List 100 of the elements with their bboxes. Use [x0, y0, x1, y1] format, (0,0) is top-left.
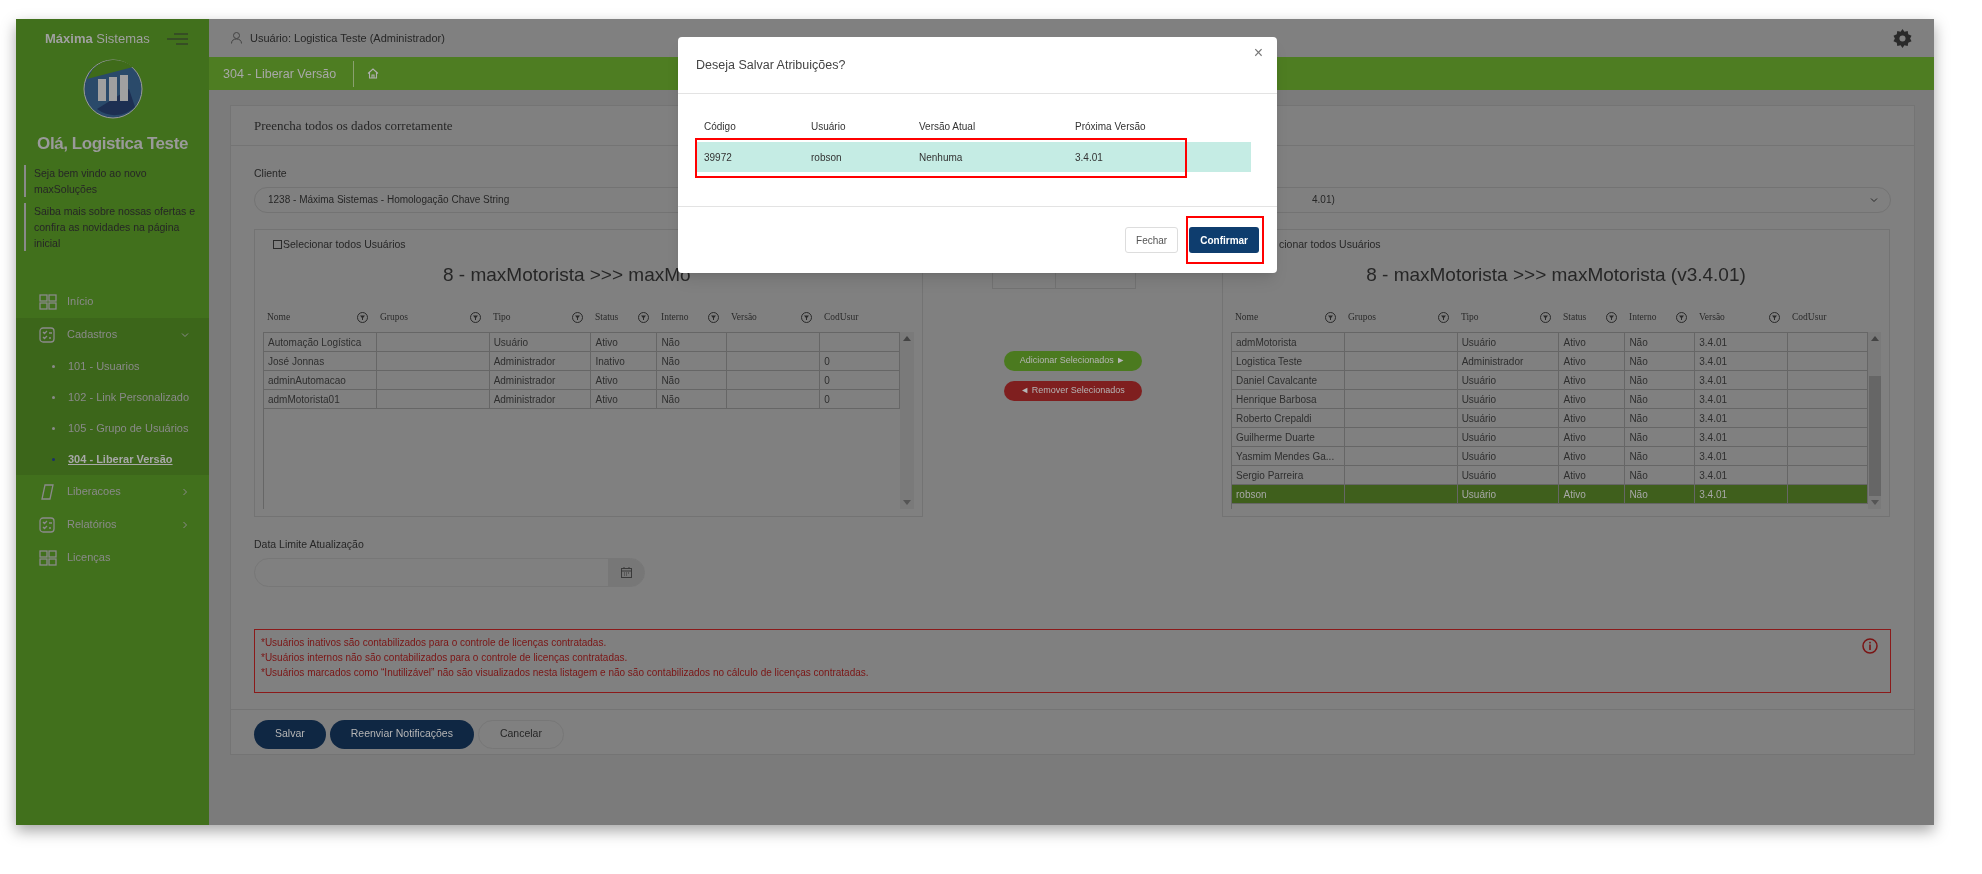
welcome-note: Seja bem vindo ao novo maxSoluções	[24, 165, 205, 197]
submenu-item[interactable]: 102 - Link Personalizado	[16, 382, 209, 413]
submenu-item[interactable]: 101 - Usuarios	[16, 351, 209, 382]
table-cell-text: Guilherme Duarte	[1236, 430, 1315, 445]
table-cell-text: Roberto Crepaldi	[1236, 411, 1312, 426]
filter-icon[interactable]	[1769, 311, 1780, 323]
table-cell-text: Ativo	[1563, 487, 1586, 502]
table-cell-text: Sergio Parreira	[1236, 468, 1304, 483]
table-cell-text: Ativo	[1563, 335, 1586, 350]
user-icon	[231, 32, 242, 44]
filter-icon[interactable]	[638, 311, 649, 323]
table-cell-text: Não	[1629, 487, 1648, 502]
table-row[interactable]: Automação Logística Usuário Ativo Não	[264, 333, 900, 352]
table-cell-text: Ativo	[595, 392, 618, 407]
filter-icon[interactable]	[1540, 311, 1551, 323]
filter-icon[interactable]	[1676, 311, 1687, 323]
scroll-up-icon[interactable]	[1870, 336, 1879, 341]
table-cell-text: 0	[824, 373, 830, 388]
table-cell-text: Não	[661, 354, 680, 369]
user-label: Usuário: Logistica Teste (Administrador)	[250, 30, 445, 46]
table-cell-text: Administrador	[493, 392, 556, 407]
column-header: Versão Atual	[918, 119, 977, 134]
table-cell-text: 3.4.01	[1699, 392, 1728, 407]
table-cell-text: Logistica Teste	[1236, 354, 1302, 369]
table-cell-text: Administrador	[1461, 354, 1524, 369]
table-cell-text: Administrador	[493, 354, 556, 369]
table-row[interactable]: Daniel Cavalcante Usuário Ativo Não 3.4.01	[1232, 371, 1868, 390]
table-cell-text: 3.4.01	[1699, 411, 1728, 426]
filter-icon[interactable]	[572, 311, 583, 323]
table-cell-text: 0	[824, 354, 830, 369]
filter-icon[interactable]	[708, 311, 719, 323]
notice-text: *Usuários internos não são contabilizados para o controle de licenças contratadas.	[261, 650, 629, 664]
table-row[interactable]: Logistica Teste Administrador Ativo Não 3.4.01	[1232, 352, 1868, 371]
table-row[interactable]: Henrique Barbosa Usuário Ativo Não 3.4.01	[1232, 390, 1868, 409]
table-row[interactable]: Roberto Crepaldi Usuário Ativo Não 3.4.01	[1232, 409, 1868, 428]
column-header: Status	[1563, 310, 1587, 324]
select-all-checkbox[interactable]: Selecionar todos Usuários	[273, 236, 922, 253]
chevron-right-icon	[181, 520, 189, 529]
grid-icon	[39, 293, 57, 310]
filter-icon[interactable]	[357, 311, 368, 323]
table-row[interactable]: admMotorista Usuário Ativo Não 3.4.01	[1232, 333, 1868, 352]
submenu-item[interactable]: 105 - Grupo de Usuários	[16, 413, 209, 444]
home-icon[interactable]	[367, 68, 380, 79]
table-cell-text: Não	[661, 392, 680, 407]
filter-icon[interactable]	[1438, 311, 1449, 323]
scrollbar[interactable]	[1868, 332, 1881, 509]
form-button[interactable]: Reenviar Notificações	[329, 719, 474, 749]
table-cell-text: Usuário	[1461, 373, 1497, 388]
column-header: CodUsur	[1792, 310, 1827, 324]
table-row[interactable]: robson Usuário Ativo Não 3.4.01	[1232, 485, 1868, 504]
submenu-item[interactable]: 304 - Liberar Versão	[16, 444, 209, 475]
table-cell-text: admMotorista01	[268, 392, 340, 407]
table-cell-text: adminAutomacao	[268, 373, 346, 388]
table-cell-text: Ativo	[595, 373, 618, 388]
menu-item[interactable]: Cadastros	[16, 318, 209, 351]
column-header: Próxima Versão	[1074, 119, 1147, 134]
table-cell-text: 39972	[703, 150, 733, 165]
table-row[interactable]: José Jonnas Administrador Inativo Não 0	[264, 352, 900, 371]
table-row[interactable]: Yasmim Mendes Ga... Usuário Ativo Não 3.4.01	[1232, 447, 1868, 466]
table-cell-text: robson	[810, 150, 843, 165]
table-row[interactable]: adminAutomacao Administrador Ativo Não 0	[264, 371, 900, 390]
table-cell-text: José Jonnas	[268, 354, 325, 369]
table-cell-text: Ativo	[1563, 411, 1586, 426]
table-cell-text: Usuário	[1461, 411, 1497, 426]
table-cell-text: 3.4.01	[1699, 373, 1728, 388]
form-button[interactable]: Salvar	[254, 719, 326, 749]
table-cell-text: Não	[661, 373, 680, 388]
filter-icon[interactable]	[1606, 311, 1617, 323]
add-selected-button[interactable]: Adicionar Selecionados ►	[1003, 350, 1142, 371]
settings-icon[interactable]	[1893, 28, 1912, 48]
select-all-label[interactable]: cionar todos Usuários	[1279, 236, 1381, 253]
table-cell-text: Não	[1629, 335, 1648, 350]
chevron-down-icon	[181, 330, 189, 339]
table-cell-text: Henrique Barbosa	[1236, 392, 1317, 407]
column-header: Nome	[1235, 310, 1259, 324]
table-row[interactable]: admMotorista01 Administrador Ativo Não 0	[264, 390, 900, 409]
scrollbar[interactable]	[900, 332, 914, 509]
filter-icon[interactable]	[801, 311, 812, 323]
column-header: Nome	[267, 310, 291, 324]
table-cell-text: Inativo	[595, 354, 625, 369]
column-header: Status	[595, 310, 619, 324]
close-button[interactable]: ×	[1253, 45, 1263, 61]
dialog-button[interactable]: Fechar	[1125, 227, 1179, 253]
table-cell-text: Automação Logística	[268, 335, 362, 350]
remove-selected-button[interactable]: ◄ Remover Selecionados	[1003, 380, 1142, 401]
table-cell-text: Administrador	[493, 373, 556, 388]
column-header: Tipo	[1461, 310, 1479, 324]
logo-icon	[82, 58, 143, 119]
dialog-button[interactable]: Confirmar	[1189, 227, 1259, 253]
column-header: Tipo	[493, 310, 511, 324]
table-row[interactable]: Guilherme Duarte Usuário Ativo Não 3.4.01	[1232, 428, 1868, 447]
notice-text: *Usuários marcados como “Inutilizável” não são visualizados nesta listagem e não são contabilizados no cálculo de licenças contratadas.	[261, 665, 869, 679]
filter-icon[interactable]	[470, 311, 481, 323]
filter-icon[interactable]	[1325, 311, 1336, 323]
table-cell-text: Não	[1629, 468, 1648, 483]
table-cell-text: Não	[1629, 449, 1648, 464]
column-header: Código	[703, 119, 737, 134]
checklist-icon	[39, 326, 57, 343]
notice-text: *Usuários inativos são contabilizados para o controle de licenças contratadas.	[261, 635, 608, 649]
scroll-up-icon[interactable]	[903, 336, 911, 341]
